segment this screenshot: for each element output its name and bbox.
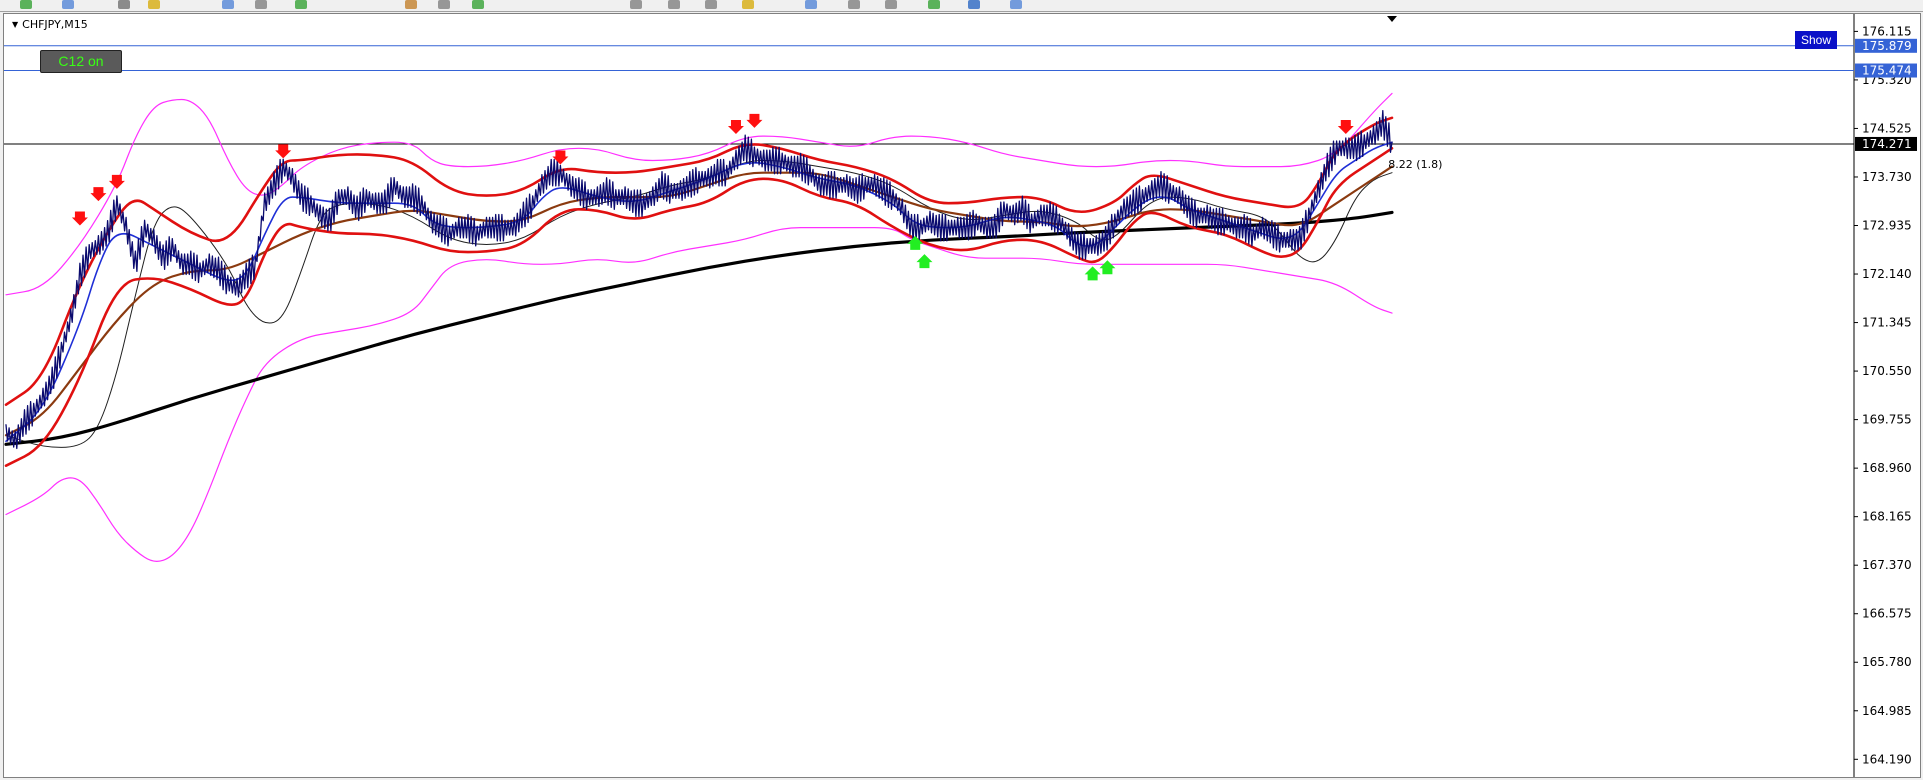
sell-signal-arrow bbox=[275, 144, 292, 159]
y-tick-label: 167.370 bbox=[1862, 558, 1912, 572]
vline-icon[interactable] bbox=[705, 0, 717, 9]
y-tick-label: 164.985 bbox=[1862, 704, 1912, 718]
y-tick-label: 172.140 bbox=[1862, 267, 1912, 281]
plus-icon[interactable] bbox=[928, 0, 940, 9]
zoom-out-icon[interactable] bbox=[885, 0, 897, 9]
y-tick-label: 172.935 bbox=[1862, 219, 1912, 233]
sell-signal-arrow bbox=[727, 119, 744, 134]
c12-toggle-button[interactable]: C12 on bbox=[40, 50, 122, 73]
y-tick-label: 166.575 bbox=[1862, 607, 1912, 621]
sell-signal-arrow bbox=[108, 174, 125, 189]
line-icon[interactable] bbox=[630, 0, 642, 9]
chart-icon[interactable] bbox=[62, 0, 74, 9]
globe-icon[interactable] bbox=[968, 0, 980, 9]
y-tick-label: 174.525 bbox=[1862, 121, 1912, 135]
new-order-icon[interactable] bbox=[20, 0, 32, 9]
price-annotation: 8.22 (1.8) bbox=[1388, 158, 1442, 171]
buy-signal-arrow bbox=[1084, 266, 1101, 281]
pencil-icon[interactable] bbox=[742, 0, 754, 9]
y-tick-label: 168.960 bbox=[1862, 461, 1912, 475]
y-tick-label: 173.730 bbox=[1862, 170, 1912, 184]
sell-signal-arrow bbox=[90, 187, 107, 202]
favorites-icon[interactable] bbox=[148, 0, 160, 9]
y-tick-label: 170.550 bbox=[1862, 364, 1912, 378]
zoom-icon[interactable] bbox=[255, 0, 267, 9]
series-env-lower bbox=[4, 147, 1394, 467]
toolbar bbox=[0, 0, 1923, 12]
y-tick-label: 168.165 bbox=[1862, 510, 1912, 524]
template-icon[interactable] bbox=[1010, 0, 1022, 9]
chart-plot[interactable]: 176.115175.320174.525173.730172.935172.1… bbox=[4, 14, 1920, 777]
shift-marker-icon bbox=[1387, 16, 1397, 22]
grid-icon[interactable] bbox=[805, 0, 817, 9]
window-icon[interactable] bbox=[222, 0, 234, 9]
y-tick-label: 176.115 bbox=[1862, 24, 1912, 38]
price-level-label: 175.474 bbox=[1862, 64, 1912, 78]
folder-icon[interactable] bbox=[405, 0, 417, 9]
y-tick-label: 164.190 bbox=[1862, 752, 1912, 766]
y-tick-label: 165.780 bbox=[1862, 655, 1912, 669]
buy-signal-arrow bbox=[916, 254, 933, 269]
symbol-label: CHFJPY,M15 bbox=[12, 18, 88, 31]
sell-signal-arrow bbox=[71, 211, 88, 226]
price-level-label: 175.879 bbox=[1862, 39, 1912, 53]
refresh-icon[interactable] bbox=[472, 0, 484, 9]
show-button[interactable]: Show bbox=[1795, 31, 1837, 49]
buy-signal-arrow bbox=[1099, 260, 1116, 275]
sell-signal-arrow bbox=[1337, 119, 1354, 134]
add-icon[interactable] bbox=[295, 0, 307, 9]
hline-icon[interactable] bbox=[668, 0, 680, 9]
pointer-icon[interactable] bbox=[118, 0, 130, 9]
color-icon[interactable] bbox=[438, 0, 450, 9]
zoom-in-icon[interactable] bbox=[848, 0, 860, 9]
current-price-label: 174.271 bbox=[1862, 137, 1912, 151]
chart-window[interactable]: 176.115 175.320 174.525 173.730 172.935 172.1… bbox=[3, 13, 1921, 778]
sell-signal-arrow bbox=[746, 113, 763, 128]
y-tick-label: 169.755 bbox=[1862, 413, 1912, 427]
y-tick-label: 171.345 bbox=[1862, 316, 1912, 330]
